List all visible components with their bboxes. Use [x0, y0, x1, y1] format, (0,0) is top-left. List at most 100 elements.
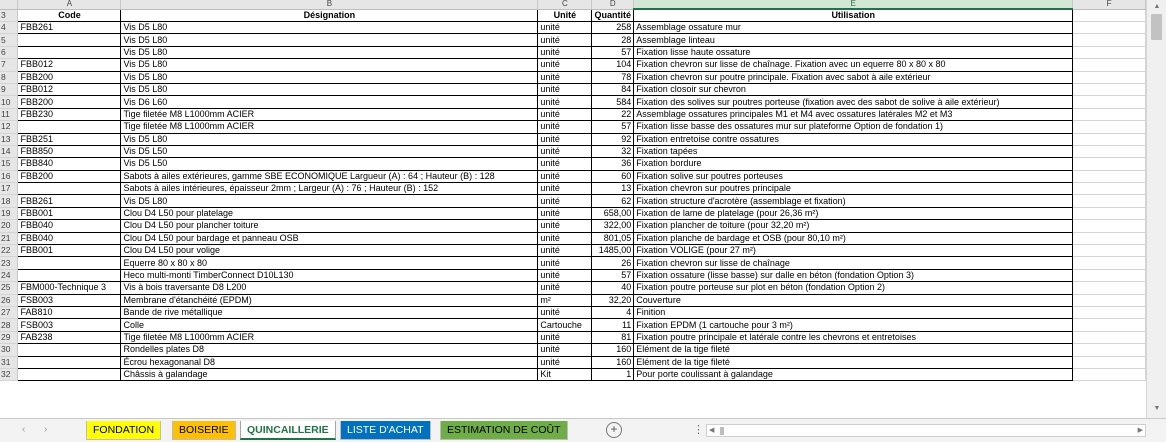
row-number[interactable]: 7 — [0, 58, 19, 72]
cell-unite[interactable]: unité — [537, 256, 593, 270]
cell-quantite[interactable]: 160 — [591, 343, 635, 357]
row-number[interactable]: 29 — [0, 331, 19, 345]
cell-code[interactable]: FBB012 — [17, 83, 122, 97]
row-number[interactable]: 12 — [0, 120, 19, 134]
cell-code[interactable]: FBB850 — [17, 145, 122, 159]
row-number[interactable]: 30 — [0, 343, 19, 357]
cell-code[interactable]: FBB040 — [17, 232, 122, 246]
cell-designation[interactable]: Equerre 80 x 80 x 80 — [120, 256, 539, 270]
row-number[interactable]: 10 — [0, 95, 19, 109]
cell-code[interactable]: FBB001 — [17, 244, 122, 258]
cell-quantite[interactable]: 32,20 — [591, 294, 635, 308]
row-number[interactable]: 22 — [0, 244, 19, 258]
cell-code[interactable]: FBB040 — [17, 219, 122, 233]
cell-unite[interactable]: unité — [537, 232, 593, 246]
cell-empty[interactable] — [1072, 9, 1146, 22]
cell-code[interactable]: FSB003 — [17, 294, 122, 308]
scroll-left-icon[interactable]: ◀ — [709, 425, 714, 437]
cell-unite[interactable]: unité — [537, 108, 593, 122]
cell-quantite[interactable]: 258 — [591, 21, 635, 35]
cell-designation[interactable]: Tige filetée M8 L1000mm ACIER — [120, 108, 539, 122]
cell-unite[interactable]: unité — [537, 244, 593, 258]
cell-designation[interactable]: Vis D6 L60 — [120, 95, 539, 109]
cell-utilisation[interactable]: Fixation chevron sur poutre principale. … — [633, 71, 1074, 84]
cell-code[interactable]: FBB012 — [17, 58, 122, 72]
cell-utilisation[interactable]: Fixation lisse basse des ossatures mur s… — [633, 120, 1074, 134]
cell-unite[interactable]: unité — [537, 207, 593, 221]
cell-utilisation[interactable]: Fixation structure d'acrotère (assemblag… — [633, 194, 1074, 208]
row-number[interactable]: 16 — [0, 170, 19, 184]
cell-unite[interactable]: unité — [537, 356, 593, 369]
cell-designation[interactable]: Vis D5 L80 — [120, 83, 539, 97]
row-number[interactable]: 32 — [0, 368, 19, 382]
cell-code[interactable]: FBB840 — [17, 157, 122, 171]
cell-designation[interactable]: Désignation — [120, 9, 539, 22]
cell-code[interactable] — [17, 46, 122, 60]
horizontal-scrollbar[interactable]: ◀ ▶ — [706, 424, 1146, 437]
cell-utilisation[interactable]: Finition — [633, 306, 1074, 320]
cell-quantite[interactable]: 658,00 — [591, 207, 635, 221]
cell-utilisation[interactable]: Fixation chevron sur poutres principale — [633, 182, 1074, 196]
cell-designation[interactable]: Vis D5 L80 — [120, 133, 539, 146]
cell-designation[interactable]: Clou D4 L50 pour platelage — [120, 207, 539, 221]
cell-utilisation[interactable]: Fixation solive sur poutres porteuses — [633, 170, 1074, 184]
cell-utilisation[interactable]: Fixation closoir sur chevron — [633, 83, 1074, 97]
cell-quantite[interactable]: 57 — [591, 46, 635, 60]
row-number[interactable]: 6 — [0, 46, 19, 60]
cell-code[interactable] — [17, 368, 122, 382]
cell-unite[interactable]: unité — [537, 170, 593, 184]
row-number[interactable]: 25 — [0, 281, 19, 295]
cell-utilisation[interactable]: Fixation chevron sur lisse de chaînage. … — [633, 58, 1074, 72]
cell-unite[interactable]: unité — [537, 83, 593, 97]
cell-unite[interactable]: unité — [537, 219, 593, 233]
cell-code[interactable]: FBB261 — [17, 194, 122, 208]
cell-utilisation[interactable]: Fixation chevron sur lisse de chaînage — [633, 256, 1074, 270]
cell-utilisation[interactable]: Fixation entretoise contre ossatures — [633, 133, 1074, 146]
cell-designation[interactable]: Vis D5 L50 — [120, 157, 539, 171]
row-number[interactable]: 11 — [0, 108, 19, 122]
cell-unite[interactable]: unité — [537, 71, 593, 84]
column-header-a[interactable]: A — [17, 0, 122, 10]
cell-utilisation[interactable]: Fixation bordure — [633, 157, 1074, 171]
cell-quantite[interactable]: 104 — [591, 58, 635, 72]
cell-code[interactable]: FBB251 — [17, 133, 122, 146]
cell-unite[interactable]: unité — [537, 95, 593, 109]
cell-utilisation[interactable]: Assemblage linteau — [633, 33, 1074, 47]
cell-empty[interactable] — [1072, 108, 1146, 122]
row-number[interactable]: 19 — [0, 207, 19, 221]
row-number[interactable]: 9 — [0, 83, 19, 97]
cell-utilisation[interactable]: Fixation de lame de platelage (pour 26,3… — [633, 207, 1074, 221]
cell-code[interactable] — [17, 269, 122, 283]
cell-empty[interactable] — [1072, 182, 1146, 196]
cell-unite[interactable]: unité — [537, 182, 593, 196]
chevron-left-icon[interactable]: ‹ — [22, 424, 25, 435]
cell-empty[interactable] — [1072, 343, 1146, 357]
column-header-e[interactable]: E — [633, 0, 1074, 10]
sheet-tab-quincaillerie[interactable]: QUINCAILLERIE — [240, 421, 336, 440]
sheet-tab-boiserie[interactable]: BOISERIE — [172, 421, 236, 440]
cell-utilisation[interactable]: Assemblage ossatures principales M1 et M… — [633, 108, 1074, 122]
cell-empty[interactable] — [1072, 83, 1146, 97]
cell-utilisation[interactable]: Fixation poutre porteuse sur plot en bét… — [633, 281, 1074, 295]
scroll-up-icon[interactable]: ▲ — [1152, 2, 1162, 12]
cell-empty[interactable] — [1072, 306, 1146, 320]
cell-code[interactable]: FBB200 — [17, 71, 122, 84]
cell-utilisation[interactable]: Fixation poutre principale et latérale c… — [633, 331, 1074, 345]
sheet-tab-liste-d-achat[interactable]: LISTE D'ACHAT — [340, 421, 431, 440]
cell-quantite[interactable]: Quantité — [591, 9, 635, 22]
cell-utilisation[interactable]: Fixation lisse haute ossature — [633, 46, 1074, 60]
row-number[interactable]: 14 — [0, 145, 19, 159]
cell-empty[interactable] — [1072, 58, 1146, 72]
vertical-scroll-thumb[interactable] — [1151, 14, 1162, 40]
row-number[interactable]: 27 — [0, 306, 19, 320]
cell-empty[interactable] — [1072, 21, 1146, 35]
row-number[interactable]: 8 — [0, 71, 19, 84]
row-number[interactable]: 17 — [0, 182, 19, 196]
cell-utilisation[interactable]: Elément de la tige fileté — [633, 356, 1074, 369]
cell-utilisation[interactable]: Fixation plancher de toiture (pour 32,20… — [633, 219, 1074, 233]
cell-designation[interactable]: Vis D5 L80 — [120, 71, 539, 84]
cell-code[interactable] — [17, 120, 122, 134]
row-number[interactable]: 24 — [0, 269, 19, 283]
row-number[interactable]: 23 — [0, 256, 19, 270]
cell-empty[interactable] — [1072, 95, 1146, 109]
